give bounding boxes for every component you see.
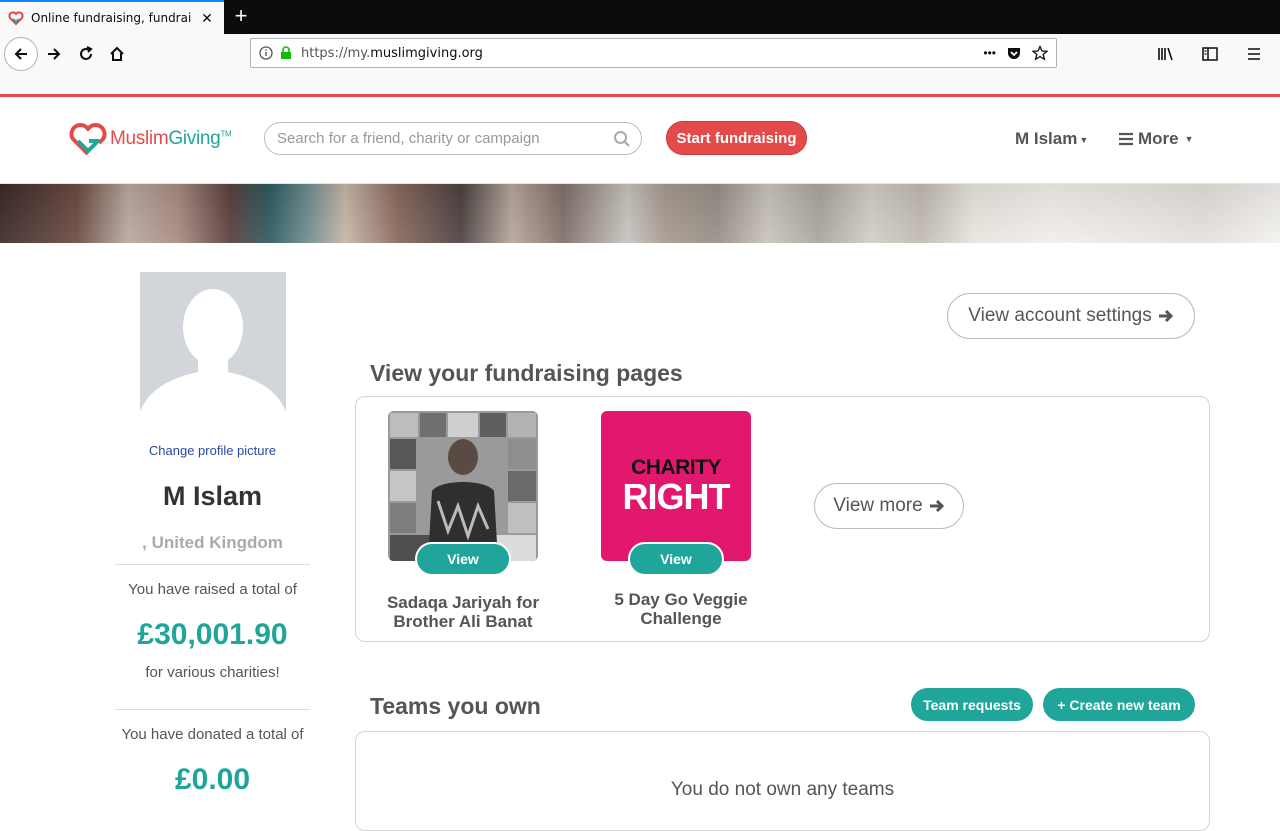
forward-icon[interactable] — [38, 38, 70, 70]
url-text: https://my.muslimgiving.org — [301, 45, 483, 61]
create-new-team-button[interactable]: + Create new team — [1043, 688, 1195, 721]
heart-logo-icon — [69, 123, 107, 156]
user-menu[interactable]: M Islam ▼ — [1015, 129, 1088, 149]
teams-heading: Teams you own — [370, 693, 541, 719]
muslimgiving-logo[interactable]: MuslimGivingTM — [69, 121, 232, 157]
library-icon[interactable] — [1150, 38, 1182, 70]
bookmark-star-icon[interactable] — [1032, 45, 1048, 61]
profile-name: M Islam — [162, 481, 263, 511]
chevron-down-icon: ▼ — [1079, 134, 1089, 145]
fundraising-page-title[interactable]: 5 Day Go Veggie Challenge — [586, 590, 776, 628]
muslimgiving-favicon-icon — [8, 11, 24, 26]
new-tab-icon[interactable]: + — [230, 4, 252, 28]
raised-amount: £30,001.90 — [137, 618, 288, 651]
donated-amount: £0.00 — [174, 763, 251, 796]
avatar — [140, 272, 286, 420]
fundraising-page-title[interactable]: Sadaqa Jariyah for Brother Ali Banat — [368, 593, 558, 631]
site-header: MuslimGivingTM Start fundraising M Islam… — [0, 97, 1280, 184]
url-bar[interactable]: https://my.muslimgiving.org ••• — [250, 38, 1057, 68]
hamburger-icon — [1119, 132, 1133, 146]
start-fundraising-button[interactable]: Start fundraising — [666, 121, 807, 155]
no-teams-message: You do not own any teams — [670, 779, 895, 800]
view-page-button[interactable]: View — [415, 542, 511, 576]
team-requests-button[interactable]: Team requests — [911, 688, 1033, 721]
search-input[interactable] — [277, 130, 597, 147]
tab-title: Online fundraising, fundraising i — [31, 11, 191, 25]
home-icon[interactable] — [101, 38, 133, 70]
default-avatar-silhouette-icon — [140, 289, 286, 420]
divider — [115, 709, 310, 710]
sidebar-icon[interactable] — [1194, 38, 1226, 70]
view-account-settings-button[interactable]: View account settings — [947, 293, 1195, 339]
arrow-right-icon — [929, 499, 944, 513]
reload-icon[interactable] — [70, 38, 102, 70]
browser-toolbar-right — [1150, 38, 1280, 70]
arrow-right-icon — [1158, 309, 1173, 323]
charity-right-logo: CHARITY RIGHT — [622, 456, 731, 517]
donated-label: You have donated a total of — [121, 726, 304, 743]
divider — [115, 564, 310, 565]
browser-navbar: https://my.muslimgiving.org ••• — [0, 34, 1280, 94]
lock-icon — [281, 46, 291, 59]
back-icon[interactable] — [4, 37, 38, 71]
search-icon[interactable] — [613, 130, 631, 148]
pocket-icon[interactable] — [1006, 45, 1022, 61]
browser-tab[interactable]: Online fundraising, fundraising i ✕ — [0, 0, 224, 34]
raised-suffix: for various charities! — [145, 664, 280, 681]
raised-label: You have raised a total of — [128, 581, 297, 598]
info-icon[interactable] — [259, 46, 273, 60]
fundraising-page-image[interactable] — [388, 411, 538, 561]
fundraising-page-image[interactable]: CHARITY RIGHT — [601, 411, 751, 561]
logo-text: MuslimGivingTM — [110, 128, 232, 149]
profile-banner-image — [0, 184, 1280, 243]
page-actions-icon[interactable]: ••• — [983, 46, 996, 60]
view-more-button[interactable]: View more — [814, 483, 964, 529]
view-page-button[interactable]: View — [628, 542, 724, 576]
close-tab-icon[interactable]: ✕ — [198, 10, 216, 27]
more-menu[interactable]: More ▼ — [1118, 129, 1194, 149]
search-box[interactable] — [264, 122, 642, 155]
hamburger-menu-icon[interactable] — [1238, 38, 1270, 70]
fundraising-pages-heading: View your fundraising pages — [370, 360, 683, 386]
chevron-down-icon: ▼ — [1184, 134, 1194, 144]
change-profile-picture-link[interactable]: Change profile picture — [115, 443, 310, 458]
photo-collage-image — [388, 411, 538, 561]
profile-location: , United Kingdom — [142, 533, 283, 552]
browser-tab-strip: Online fundraising, fundraising i ✕ + — [0, 0, 1280, 34]
